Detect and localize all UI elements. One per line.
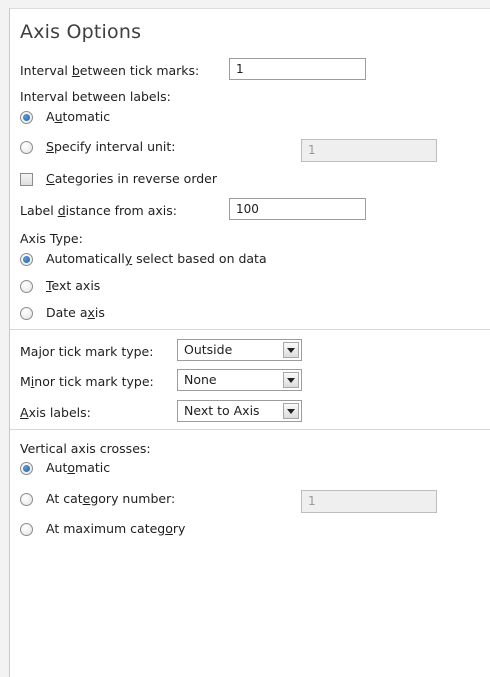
chevron-down-icon[interactable] [283,342,299,358]
reverse-order-checkbox[interactable] [20,173,33,186]
specify-interval-unit-radio[interactable] [20,141,33,154]
interval-labels-heading: Interval between labels: [20,89,171,104]
minor-tick-type-label: Minor tick mark type: [20,374,154,389]
major-tick-type-label: Major tick mark type: [20,344,154,359]
axis-type-text-radio[interactable] [20,280,33,293]
interval-labels-automatic-label: Automatic [46,109,111,124]
section-divider [10,329,490,330]
axis-type-text-label: Text axis [46,278,101,293]
section-divider [10,429,490,430]
label-distance-label: Label distance from axis: [20,203,177,218]
label-distance-input[interactable]: 100 [229,198,366,220]
vertical-axis-crosses-heading: Vertical axis crosses: [20,441,151,456]
axis-type-auto-radio[interactable] [20,253,33,266]
major-tick-type-select[interactable]: Outside [177,339,302,361]
interval-tick-marks-label: Interval between tick marks: [20,63,200,78]
crosses-category-number-label: At category number: [46,491,176,506]
axis-type-auto-label: Automatically select based on data [46,251,267,266]
axis-type-date-radio[interactable] [20,307,33,320]
minor-tick-type-select[interactable]: None [177,369,302,391]
panel-title: Axis Options [20,21,142,43]
interval-labels-automatic-radio[interactable] [20,111,33,124]
interval-tick-marks-input[interactable]: 1 [229,58,366,80]
axis-labels-label: Axis labels: [20,405,91,420]
crosses-max-category-label: At maximum category [46,521,186,536]
major-tick-type-value: Outside [184,342,233,357]
axis-options-panel: Axis Options Interval between tick marks… [9,8,490,677]
axis-labels-value: Next to Axis [184,403,260,418]
chevron-down-icon[interactable] [283,372,299,388]
crosses-automatic-label: Automatic [46,460,111,475]
chevron-down-icon[interactable] [283,403,299,419]
specify-interval-unit-label: Specify interval unit: [46,139,176,154]
axis-labels-select[interactable]: Next to Axis [177,400,302,422]
minor-tick-type-value: None [184,372,217,387]
crosses-max-category-radio[interactable] [20,523,33,536]
axis-type-heading: Axis Type: [20,231,83,246]
crosses-category-number-input[interactable]: 1 [301,490,437,513]
crosses-category-number-radio[interactable] [20,493,33,506]
axis-type-date-label: Date axis [46,305,105,320]
reverse-order-label: Categories in reverse order [46,171,218,186]
crosses-automatic-radio[interactable] [20,462,33,475]
specify-interval-unit-input[interactable]: 1 [301,139,437,162]
